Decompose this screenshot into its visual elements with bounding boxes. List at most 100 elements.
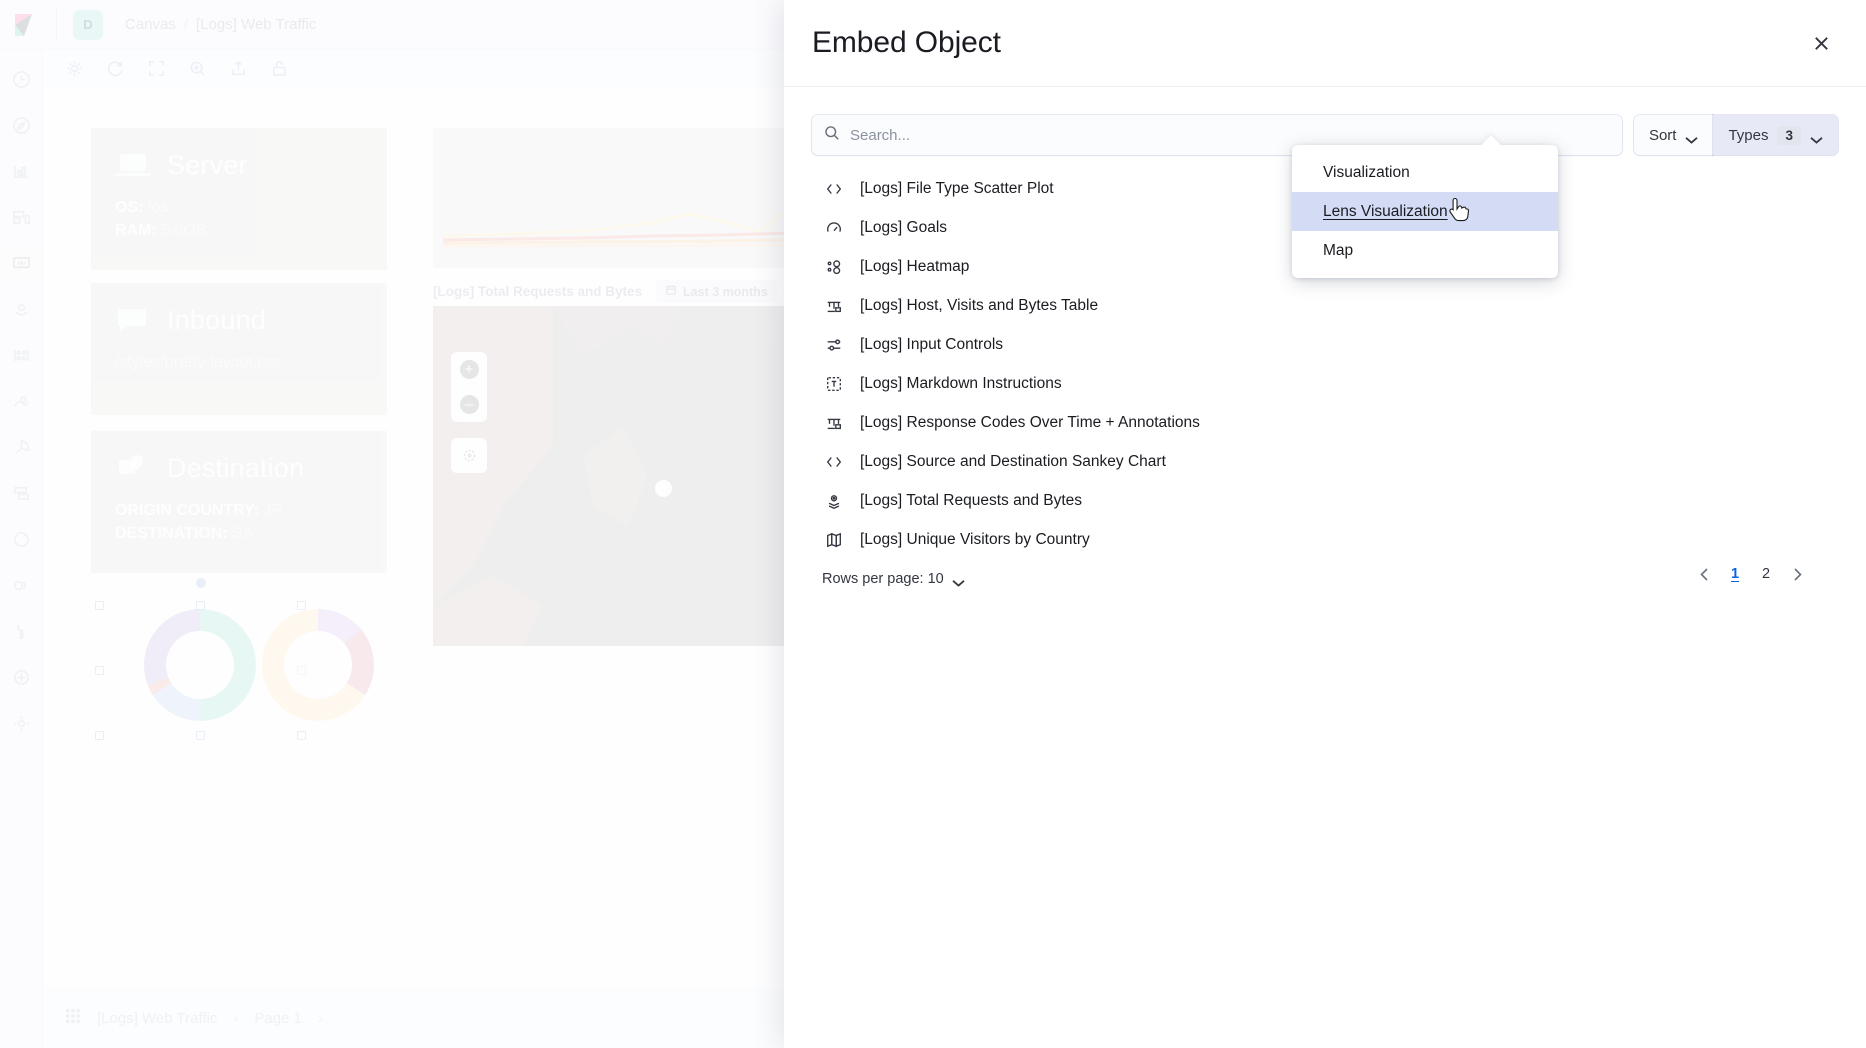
elastic-logo-icon[interactable]: [0, 0, 50, 50]
footer-prev-page-button[interactable]: ‹: [233, 1010, 238, 1027]
rows-per-page-button[interactable]: Rows per page: 10: [812, 571, 1838, 587]
map-zoom-in-button[interactable]: +: [451, 352, 487, 387]
sidebar-item-recently-viewed[interactable]: [4, 62, 38, 96]
card-inbound[interactable]: Inbound /styles/pretty-layout.css: [91, 283, 387, 415]
sidebar-item-presentation[interactable]: [4, 246, 38, 280]
zoom-in-icon[interactable]: [188, 59, 207, 78]
types-button[interactable]: Types 3: [1713, 115, 1838, 155]
card-server-os-label: OS:: [115, 199, 143, 216]
types-popover-item-label: Map: [1323, 242, 1353, 260]
sidebar-item-maps[interactable]: [4, 292, 38, 326]
pagination: 1 2: [1691, 561, 1810, 587]
types-count-badge: 3: [1777, 126, 1801, 145]
sidebar-item-machine-learning[interactable]: [4, 338, 38, 372]
chevron-down-icon: [1685, 131, 1698, 139]
selection-handle-w[interactable]: [95, 666, 104, 675]
controls-icon: [824, 335, 843, 354]
map-zoom-controls[interactable]: + –: [451, 352, 487, 422]
chevron-down-icon: [952, 575, 965, 583]
sidebar-item-uptime[interactable]: [4, 476, 38, 510]
pagination-page-1[interactable]: 1: [1722, 561, 1748, 587]
card-destination-dest-value: SA: [232, 525, 253, 542]
list-item[interactable]: [Logs] Response Codes Over Time + Annota…: [812, 403, 1838, 442]
time-filter-pill[interactable]: Last 3 months: [656, 280, 777, 303]
list-item-label: [Logs] Input Controls: [860, 336, 1003, 354]
list-item-label: [Logs] Response Codes Over Time + Annota…: [860, 414, 1200, 432]
selection-handle-s[interactable]: [196, 731, 205, 740]
search-icon: [824, 125, 840, 146]
map-locate-control[interactable]: [451, 438, 487, 473]
code-icon: [824, 452, 843, 471]
lens-icon: [824, 296, 843, 315]
time-filter-label: Last 3 months: [683, 285, 768, 299]
map-icon: [824, 530, 843, 549]
types-popover-item-map[interactable]: Map: [1292, 231, 1558, 270]
footer-workpad-name[interactable]: [Logs] Web Traffic: [97, 1010, 217, 1027]
list-item-label: [Logs] Heatmap: [860, 258, 969, 276]
space-badge[interactable]: D: [73, 10, 103, 40]
sidebar-item-dashboard[interactable]: [4, 154, 38, 188]
card-server-ram-value: 5.0GB: [161, 222, 206, 239]
list-item-label: [Logs] Host, Visits and Bytes Table: [860, 297, 1098, 315]
card-server[interactable]: Server OS: ios RAM: 5.0GB: [91, 128, 387, 270]
sidebar-item-visualize[interactable]: [4, 430, 38, 464]
donut-right-container[interactable]: [261, 601, 381, 726]
workpad-grid-icon[interactable]: [65, 1008, 81, 1029]
chat-icon: [115, 306, 153, 336]
crosshair-icon[interactable]: [451, 438, 487, 473]
card-destination-title: Destination: [167, 453, 304, 484]
selection-handle-nw[interactable]: [95, 601, 104, 610]
types-popover-item-visualization[interactable]: Visualization: [1292, 153, 1558, 192]
list-item[interactable]: [Logs] Source and Destination Sankey Cha…: [812, 442, 1838, 481]
screen-root: D Canvas / [Logs] Web Traffic: [0, 0, 1866, 1048]
list-item[interactable]: [Logs] Markdown Instructions: [812, 364, 1838, 403]
list-item[interactable]: [Logs] Unique Visitors by Country: [812, 520, 1838, 559]
map-zoom-out-button[interactable]: –: [451, 387, 487, 422]
list-item[interactable]: [Logs] Total Requests and Bytes: [812, 481, 1838, 520]
code-icon: [824, 179, 843, 198]
list-item-label: [Logs] Goals: [860, 219, 947, 237]
types-popover-item-label: Lens Visualization: [1323, 203, 1448, 221]
list-item-label: [Logs] File Type Scatter Plot: [860, 180, 1054, 198]
goal-icon: [824, 218, 843, 237]
list-item[interactable]: [Logs] Input Controls: [812, 325, 1838, 364]
page-title: Embed Object: [812, 26, 1001, 60]
sidebar-item-graph[interactable]: [4, 384, 38, 418]
footer-next-page-button[interactable]: ›: [318, 1010, 323, 1027]
breadcrumb-item-workpad[interactable]: [Logs] Web Traffic: [196, 16, 316, 33]
card-destination[interactable]: Destination ORIGIN COUNTRY: JP DESTINATI…: [91, 431, 387, 573]
share-icon[interactable]: [229, 59, 248, 78]
gear-icon[interactable]: [65, 59, 84, 78]
map-pin-icon: [115, 454, 153, 484]
sidebar-item-dev-tools[interactable]: [4, 614, 38, 648]
sidebar-item-logs[interactable]: [4, 568, 38, 602]
breadcrumb-item-canvas[interactable]: Canvas: [125, 16, 176, 33]
pagination-prev-button[interactable]: [1691, 561, 1717, 587]
sidebar-item-apm[interactable]: [4, 522, 38, 556]
selection-handle-sw[interactable]: [95, 731, 104, 740]
sidebar-item-canvas[interactable]: [4, 200, 38, 234]
card-server-os-value: ios: [148, 199, 168, 216]
close-icon[interactable]: [1804, 26, 1838, 60]
pagination-page-2[interactable]: 2: [1753, 561, 1779, 587]
side-navigation: [0, 50, 43, 1048]
types-label: Types: [1728, 127, 1768, 144]
donut-chart-right[interactable]: [262, 609, 374, 721]
refresh-icon[interactable]: [106, 59, 125, 78]
selection-rotate-handle[interactable]: [196, 578, 206, 588]
sidebar-item-stack-monitoring[interactable]: [4, 660, 38, 694]
sort-button[interactable]: Sort: [1634, 115, 1714, 155]
list-item-label: [Logs] Markdown Instructions: [860, 375, 1062, 393]
selection-handle-se[interactable]: [297, 731, 306, 740]
fullscreen-icon[interactable]: [147, 59, 166, 78]
sidebar-item-discover[interactable]: [4, 108, 38, 142]
sidebar-item-management[interactable]: [4, 706, 38, 740]
list-item[interactable]: [Logs] Host, Visits and Bytes Table: [812, 286, 1838, 325]
types-popover-item-lens-visualization[interactable]: Lens Visualization: [1292, 192, 1558, 231]
laptop-icon: [115, 151, 153, 181]
pagination-next-button[interactable]: [1784, 561, 1810, 587]
donut-chart-left[interactable]: [144, 609, 256, 721]
map-data-point[interactable]: [655, 480, 672, 497]
unlock-icon[interactable]: [270, 59, 289, 78]
mouse-cursor: [1448, 198, 1470, 224]
